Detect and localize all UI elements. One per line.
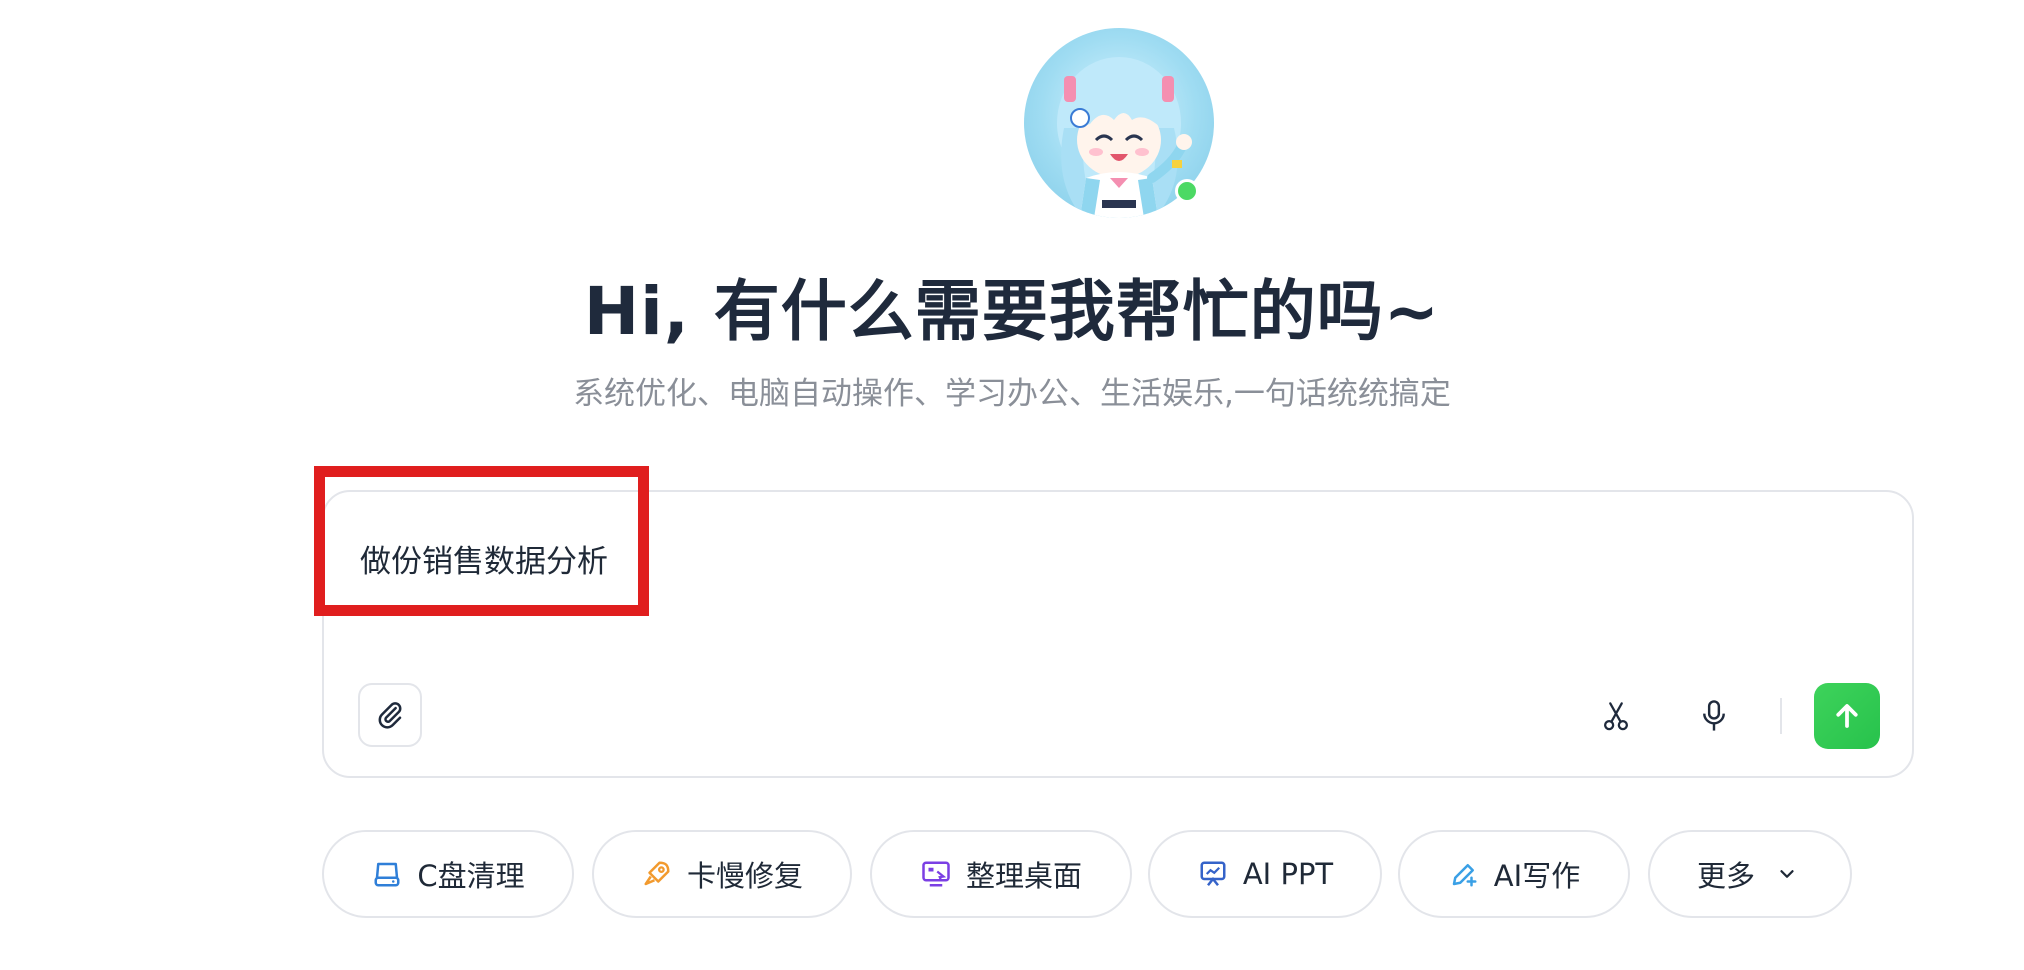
chevron-down-icon (1771, 858, 1803, 890)
online-status-dot (1175, 179, 1199, 203)
chip-lag-fix[interactable]: 卡慢修复 (592, 830, 852, 918)
chip-label: C盘清理 (417, 859, 525, 893)
page-title: Hi, 有什么需要我帮忙的吗~ (583, 273, 1441, 350)
chip-label: 更多 (1696, 859, 1755, 893)
toolbar-divider (1780, 698, 1782, 734)
paperclip-icon (378, 702, 402, 729)
chip-ai-ppt[interactable]: AI PPT (1148, 830, 1382, 918)
assistant-home: Hi, 有什么需要我帮忙的吗~ 系统优化、电脑自动操作、学习办公、生活娱乐,一句… (0, 0, 2024, 970)
chip-more[interactable]: 更多 (1648, 830, 1852, 918)
chip-organize-desktop[interactable]: 整理桌面 (870, 830, 1132, 918)
scissors-icon (1604, 702, 1628, 731)
page-subtitle: 系统优化、电脑自动操作、学习办公、生活娱乐,一句话统统搞定 (573, 376, 1451, 412)
rocket-icon (641, 858, 673, 890)
attach-button[interactable] (358, 683, 422, 747)
quick-actions: C盘清理 卡慢修复 整理桌面 AI PPT AI写作 更多 (0, 830, 2024, 920)
arrow-up-icon (1836, 704, 1858, 728)
chip-label: AI PPT (1242, 857, 1334, 891)
screenshot-button[interactable] (1588, 688, 1644, 744)
assistant-avatar (1024, 28, 1214, 218)
chip-c-drive-cleanup[interactable]: C盘清理 (322, 830, 574, 918)
microphone-icon (1703, 700, 1725, 731)
chip-ai-writing[interactable]: AI写作 (1398, 830, 1630, 918)
send-button[interactable] (1814, 683, 1880, 749)
highlight-annotation (314, 466, 649, 616)
presentation-icon (1197, 858, 1229, 890)
voice-input-button[interactable] (1686, 688, 1742, 744)
drive-icon (371, 858, 403, 890)
pen-icon (1448, 858, 1480, 890)
desktop-icon (920, 858, 952, 890)
chip-label: AI写作 (1493, 859, 1581, 893)
chip-label: 整理桌面 (965, 859, 1082, 893)
chip-label: 卡慢修复 (686, 859, 803, 893)
